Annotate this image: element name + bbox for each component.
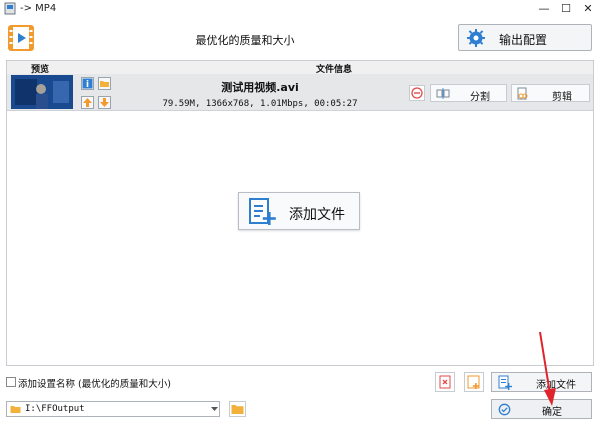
minimize-button[interactable]: — <box>534 0 554 18</box>
open-folder-button[interactable] <box>98 77 111 90</box>
add-setting-name-label: 添加设置名称 (最优化的质量和大小) <box>18 379 171 390</box>
output-config-label: 输出配置 <box>499 33 548 47</box>
remove-file-button[interactable] <box>409 85 425 101</box>
info-icon <box>82 78 93 89</box>
split-button[interactable]: 分割 <box>430 84 507 103</box>
red-annotation-arrow <box>539 331 556 406</box>
window-title: -> MP4 <box>20 3 57 14</box>
clear-list-button[interactable] <box>435 372 455 392</box>
maximize-button[interactable]: ☐ <box>556 0 576 18</box>
gear-icon <box>467 29 485 47</box>
file-name: 测试用视频.avi <box>221 81 299 94</box>
trim-button[interactable]: 剪辑 <box>511 84 590 103</box>
add-setting-name-checkbox[interactable] <box>6 377 16 387</box>
file-meta: 79.59M, 1366x768, 1.01Mbps, 00:05:27 <box>162 99 358 109</box>
add-folder-icon <box>467 375 480 389</box>
add-folder-button[interactable] <box>464 372 484 392</box>
close-button[interactable]: ✕ <box>578 0 598 18</box>
trim-label: 剪辑 <box>552 92 572 103</box>
arrow-up-icon <box>83 98 92 107</box>
output-config-button[interactable]: 输出配置 <box>458 24 592 51</box>
minus-circle-icon <box>411 87 423 99</box>
clear-list-icon <box>439 375 451 389</box>
folder-icon <box>100 81 109 87</box>
profile-title: 最优化的质量和大小 <box>195 34 295 47</box>
info-button[interactable] <box>81 77 94 90</box>
dropdown-arrow-icon <box>211 407 218 411</box>
folder-icon <box>10 406 21 413</box>
output-path-select[interactable]: I:\FFOutput <box>6 401 220 417</box>
split-label: 分割 <box>470 92 490 103</box>
add-file-large-button[interactable]: 添加文件 <box>238 192 360 230</box>
output-path-value: I:\FFOutput <box>25 404 85 414</box>
trim-icon <box>517 87 528 100</box>
move-down-button[interactable] <box>98 96 111 109</box>
browse-folder-button[interactable] <box>229 401 246 417</box>
move-up-button[interactable] <box>81 96 94 109</box>
title-bar <box>0 0 600 18</box>
add-file-small-icon <box>498 375 512 390</box>
check-circle-icon <box>498 403 511 416</box>
arrow-down-icon <box>100 98 109 107</box>
add-file-icon <box>249 198 276 225</box>
video-thumbnail <box>11 75 73 109</box>
split-icon <box>436 88 450 99</box>
app-icon <box>4 2 16 15</box>
add-file-large-label: 添加文件 <box>289 207 345 223</box>
folder-icon <box>231 405 244 414</box>
